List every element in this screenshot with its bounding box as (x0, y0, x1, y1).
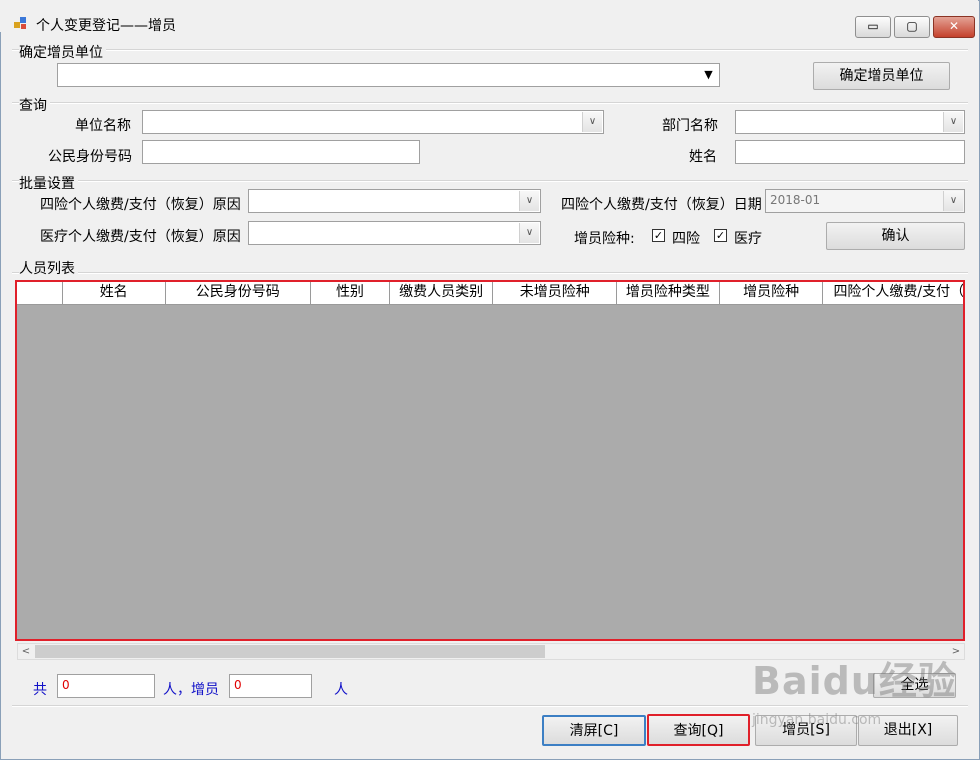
four-date-value: 2018-01 (770, 193, 821, 207)
total-count-field: 0 (57, 674, 155, 698)
batch-confirm-button[interactable]: 确认 (826, 222, 965, 250)
four-insurance-checkbox[interactable]: ✓ (652, 229, 665, 242)
group-divider (12, 49, 968, 51)
group-divider (12, 705, 968, 707)
group-divider (12, 272, 968, 274)
chevron-down-icon[interactable]: ∨ (519, 191, 539, 211)
minimize-button[interactable]: ▭ (855, 16, 891, 38)
medical-checkbox-label[interactable]: 医疗 (734, 228, 762, 248)
scroll-thumb[interactable] (35, 645, 545, 658)
dropdown-arrow-icon[interactable]: ▼ (699, 65, 718, 85)
grid-header-added-insurance[interactable]: 增员险种 (720, 282, 824, 304)
confirm-unit-group-label: 确定增员单位 (19, 42, 106, 62)
total-prefix: 共 (33, 682, 47, 698)
four-insurance-reason-combo[interactable]: ∨ (248, 189, 541, 213)
grid-header-rowselector[interactable] (17, 282, 63, 304)
name-input[interactable] (735, 140, 965, 164)
query-group-label: 查询 (19, 95, 50, 115)
window-title: 个人变更登记——增员 (36, 18, 176, 34)
insurance-type-label: 增员险种: (574, 231, 635, 247)
baidu-watermark-logo: Baidu经验 (752, 659, 957, 703)
confirm-unit-button[interactable]: 确定增员单位 (813, 62, 950, 90)
added-count-label: 人，增员 (163, 682, 219, 698)
close-button[interactable]: ✕ (933, 16, 975, 38)
grid-header-id-number[interactable]: 公民身份号码 (166, 282, 312, 304)
grid-header-unadded-insurance[interactable]: 未增员险种 (493, 282, 618, 304)
grid-header-added-insurance-type[interactable]: 增员险种类型 (617, 282, 720, 304)
people-grid[interactable]: 姓名 公民身份号码 性别 缴费人员类别 未增员险种 增员险种类型 增员险种 四险… (15, 280, 965, 641)
name-label: 姓名 (689, 149, 717, 165)
grid-header-gender[interactable]: 性别 (311, 282, 390, 304)
scroll-left-icon[interactable]: < (18, 644, 34, 659)
added-count-field: 0 (229, 674, 312, 698)
four-insurance-checkbox-label[interactable]: 四险 (672, 228, 700, 248)
group-divider (12, 180, 968, 182)
unit-name-label: 单位名称 (75, 118, 131, 134)
people-list-group-label: 人员列表 (19, 258, 78, 278)
query-button[interactable]: 查询[Q] (647, 714, 750, 746)
four-insurance-date-picker[interactable]: 2018-01 ∨ (765, 189, 965, 213)
dept-name-combo[interactable]: ∨ (735, 110, 965, 134)
id-number-label: 公民身份号码 (48, 149, 132, 165)
chevron-down-icon[interactable]: ∨ (943, 191, 963, 211)
person-suffix: 人 (334, 682, 348, 698)
grid-header-four-insurance-payment[interactable]: 四险个人缴费/支付（ (823, 282, 963, 304)
checkmark-icon: ✓ (715, 229, 726, 242)
medical-reason-combo[interactable]: ∨ (248, 221, 541, 245)
chevron-down-icon[interactable]: ∨ (519, 223, 539, 243)
chevron-down-icon[interactable]: ∨ (943, 112, 963, 132)
four-insurance-date-label: 四险个人缴费/支付（恢复）日期 (561, 197, 762, 213)
checkmark-icon: ✓ (653, 229, 664, 242)
grid-header-row: 姓名 公民身份号码 性别 缴费人员类别 未增员险种 增员险种类型 增员险种 四险… (17, 282, 963, 305)
id-number-input[interactable] (142, 140, 420, 164)
four-insurance-reason-label: 四险个人缴费/支付（恢复）原因 (40, 197, 241, 213)
confirm-unit-combo[interactable]: ▼ (57, 63, 720, 87)
grid-header-name[interactable]: 姓名 (63, 282, 166, 304)
maximize-button[interactable]: ▢ (894, 16, 930, 38)
batch-group-label: 批量设置 (19, 173, 78, 193)
dept-name-label: 部门名称 (662, 118, 718, 134)
baidu-watermark-url: jingyan.baidu.com (752, 712, 882, 728)
chevron-down-icon[interactable]: ∨ (582, 112, 602, 132)
app-icon (14, 17, 26, 29)
group-divider (12, 102, 968, 104)
clear-button[interactable]: 清屏[C] (542, 715, 646, 746)
unit-name-combo[interactable]: ∨ (142, 110, 604, 134)
medical-reason-label: 医疗个人缴费/支付（恢复）原因 (40, 229, 241, 245)
medical-checkbox[interactable]: ✓ (714, 229, 727, 242)
grid-header-payer-category[interactable]: 缴费人员类别 (390, 282, 494, 304)
